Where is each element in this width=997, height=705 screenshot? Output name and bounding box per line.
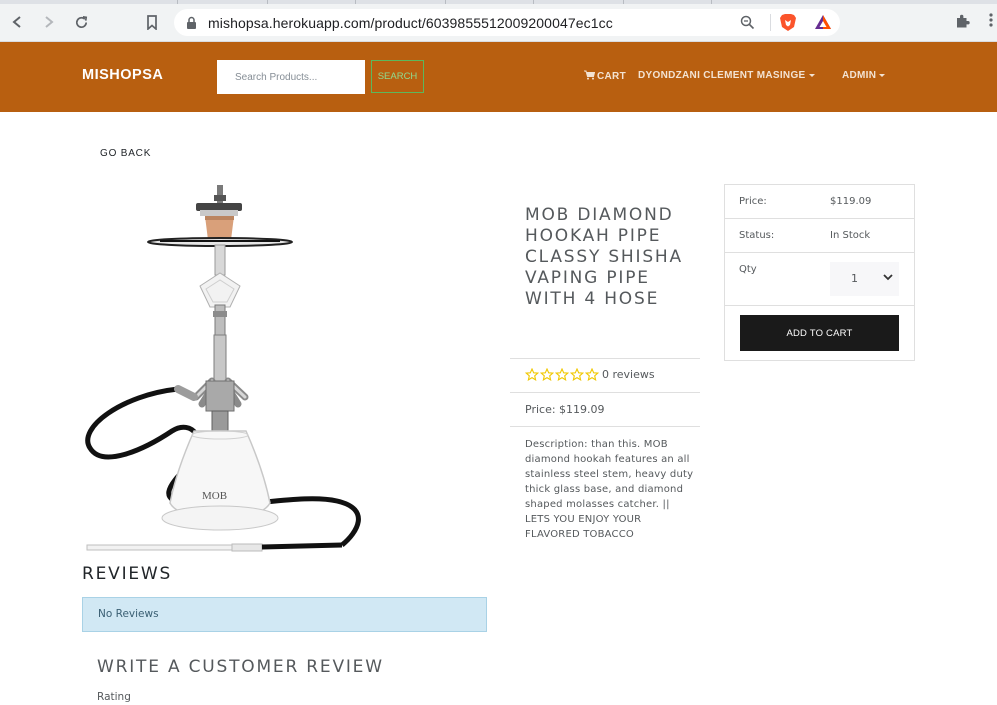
- brand-logo[interactable]: MISHOPSA: [82, 67, 163, 83]
- cart-label: CART: [597, 71, 626, 82]
- qty-label: Qty: [739, 264, 757, 275]
- browser-tab[interactable]: [90, 0, 178, 4]
- admin-menu-dropdown[interactable]: ADMIN: [842, 70, 886, 81]
- chevron-down-icon: [883, 274, 893, 281]
- browser-tab[interactable]: [356, 0, 446, 4]
- browser-tab[interactable]: [446, 0, 534, 4]
- product-price: Price: $119.09: [525, 403, 605, 416]
- star-outline-icon: [540, 368, 554, 381]
- brave-shield-icon[interactable]: [779, 13, 797, 36]
- browser-tab[interactable]: [624, 0, 712, 4]
- user-menu-dropdown[interactable]: DYONDZANI CLEMENT MASINGE: [638, 70, 815, 81]
- status-label: Status:: [739, 230, 775, 241]
- status-value: In Stock: [830, 230, 871, 241]
- divider: [510, 392, 700, 393]
- qty-row: Qty 1: [725, 253, 914, 306]
- rating-field-label: Rating: [97, 691, 131, 703]
- status-row: Status: In Stock: [725, 219, 914, 253]
- back-icon[interactable]: [7, 12, 27, 32]
- product-image: MOB: [85, 185, 361, 552]
- url-text[interactable]: mishopsa.herokuapp.com/product/603985551…: [208, 15, 613, 31]
- rewards-icon[interactable]: [814, 14, 832, 34]
- toolbar-divider: [770, 14, 771, 31]
- reviews-heading: REVIEWS: [82, 564, 173, 584]
- forward-icon[interactable]: [39, 12, 59, 32]
- add-to-cart-button[interactable]: ADD TO CART: [740, 315, 899, 351]
- reload-icon[interactable]: [71, 12, 91, 32]
- extensions-icon[interactable]: [955, 13, 971, 33]
- caret-down-icon: [808, 73, 815, 77]
- user-menu-label: DYONDZANI CLEMENT MASINGE: [638, 70, 806, 81]
- bookmark-icon[interactable]: [142, 12, 162, 32]
- product-rating: 0 reviews: [525, 368, 655, 381]
- browser-tab[interactable]: [178, 0, 268, 4]
- qty-select[interactable]: 1: [830, 262, 899, 296]
- caret-down-icon: [879, 73, 886, 77]
- browser-menu-icon[interactable]: [988, 12, 994, 32]
- star-outline-icon: [555, 368, 569, 381]
- cart-icon: [584, 70, 596, 80]
- reviews-count: 0 reviews: [602, 368, 655, 381]
- star-outline-icon: [525, 368, 539, 381]
- no-reviews-alert: No Reviews: [82, 597, 487, 632]
- lock-icon[interactable]: [186, 15, 197, 34]
- browser-tab[interactable]: [268, 0, 356, 4]
- search-button[interactable]: SEARCH: [371, 60, 424, 93]
- cart-link[interactable]: CART: [584, 70, 626, 82]
- rating-stars: [525, 368, 599, 381]
- admin-menu-label: ADMIN: [842, 70, 877, 81]
- tab-strip: [0, 0, 997, 4]
- qty-value: 1: [851, 272, 858, 285]
- divider: [510, 426, 700, 427]
- go-back-button[interactable]: GO BACK: [100, 148, 151, 159]
- product-title: MOB DIAMOND HOOKAH PIPE CLASSY SHISHA VA…: [525, 205, 683, 309]
- star-outline-icon: [570, 368, 584, 381]
- browser-tab[interactable]: [534, 0, 624, 4]
- search-input[interactable]: [217, 60, 365, 94]
- purchase-card: Price: $119.09 Status: In Stock Qty 1 AD…: [724, 184, 915, 361]
- zoom-icon[interactable]: [740, 15, 755, 34]
- browser-toolbar: mishopsa.herokuapp.com/product/603985551…: [0, 0, 997, 42]
- price-label: Price:: [739, 196, 767, 207]
- price-value: $119.09: [830, 196, 872, 207]
- price-row: Price: $119.09: [725, 185, 914, 219]
- site-navbar: MISHOPSA SEARCH CART DYONDZANI CLEMENT M…: [0, 42, 997, 112]
- write-review-heading: WRITE A CUSTOMER REVIEW: [97, 657, 384, 677]
- divider: [510, 358, 700, 359]
- svg-text:MOB: MOB: [202, 490, 227, 502]
- address-bar[interactable]: mishopsa.herokuapp.com/product/603985551…: [174, 9, 840, 36]
- product-description: Description: than this. MOB diamond hook…: [525, 439, 694, 540]
- star-outline-icon: [585, 368, 599, 381]
